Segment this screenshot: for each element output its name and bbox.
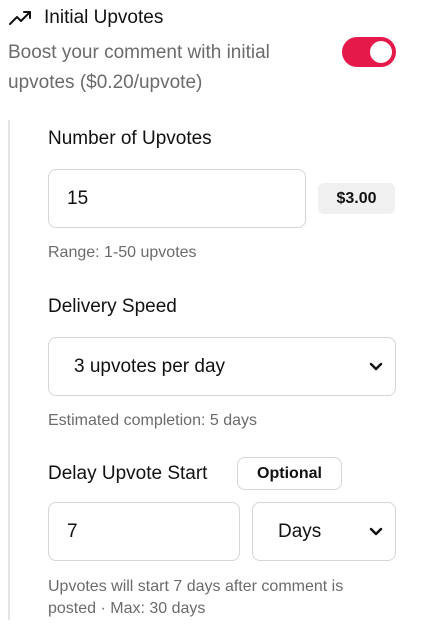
delay-unit-value: Days bbox=[278, 520, 322, 542]
delay-value-wrapper[interactable] bbox=[48, 502, 240, 561]
delivery-speed-value: 3 upvotes per day bbox=[74, 355, 226, 377]
chevron-down-icon bbox=[369, 362, 383, 370]
toggle-knob bbox=[370, 41, 392, 63]
section-title: Initial Upvotes bbox=[44, 7, 164, 28]
delay-value-input[interactable] bbox=[49, 503, 239, 560]
delivery-estimate-hint: Estimated completion: 5 days bbox=[48, 412, 257, 429]
delay-hint: Upvotes will start 7 days after comment … bbox=[48, 578, 344, 617]
chevron-down-icon bbox=[369, 527, 383, 535]
delivery-speed-select[interactable]: 3 upvotes per day bbox=[48, 337, 396, 396]
upvotes-range-hint: Range: 1-50 upvotes bbox=[48, 244, 197, 261]
upvotes-label: Number of Upvotes bbox=[48, 128, 212, 149]
section-rail bbox=[8, 120, 10, 620]
delay-start-label: Delay Upvote Start bbox=[48, 463, 208, 484]
upvotes-input[interactable] bbox=[49, 170, 305, 227]
delivery-speed-label: Delivery Speed bbox=[48, 296, 177, 317]
price-badge: $3.00 bbox=[318, 183, 395, 214]
optional-badge: Optional bbox=[237, 457, 342, 490]
trending-up-icon bbox=[9, 11, 31, 25]
delay-unit-select[interactable]: Days bbox=[252, 502, 396, 561]
initial-upvotes-toggle[interactable] bbox=[342, 37, 396, 67]
section-header: Initial Upvotes bbox=[8, 7, 163, 29]
upvotes-input-wrapper[interactable] bbox=[48, 169, 306, 228]
section-description: Boost your comment with initial upvotes … bbox=[8, 42, 270, 93]
